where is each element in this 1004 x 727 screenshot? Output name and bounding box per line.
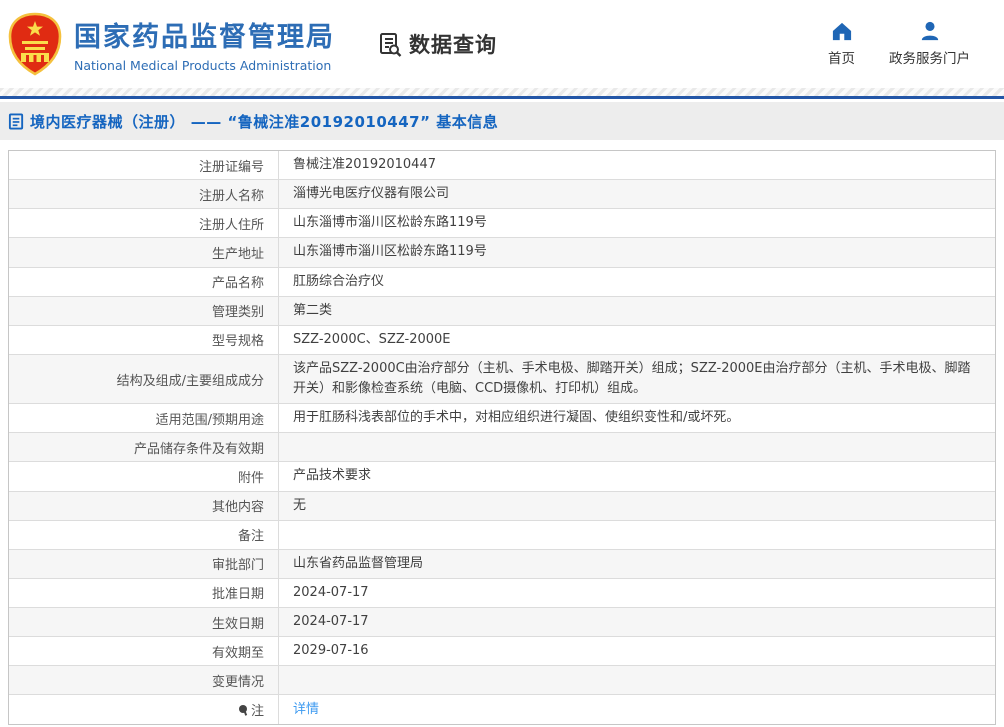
row-value: SZZ-2000C、SZZ-2000E: [293, 331, 451, 347]
table-row: 生产地址 山东淄博市淄川区松龄东路119号: [9, 238, 995, 268]
registration-info-table: 注册证编号 鲁械注准20192010447 注册人名称 淄博光电医疗仪器有限公司…: [8, 150, 996, 726]
table-row: 注册证编号 鲁械注准20192010447: [9, 151, 995, 181]
row-label: 注册证编号: [9, 151, 279, 180]
header: 国家药品监督管理局 National Medical Products Admi…: [0, 0, 1004, 88]
table-row: 备注: [9, 520, 995, 550]
row-label: 适用范围/预期用途: [9, 404, 279, 433]
table-row: 适用范围/预期用途 用于肛肠科浅表部位的手术中，对相应组织进行凝固、使组织变性和…: [9, 404, 995, 434]
org-name-cn: 国家药品监督管理局: [74, 22, 335, 53]
table-row: 变更情况: [9, 666, 995, 696]
row-label: 型号规格: [9, 325, 279, 354]
table-row: 注 详情: [9, 695, 995, 725]
table-row: 审批部门 山东省药品监督管理局: [9, 549, 995, 579]
home-icon: [832, 22, 851, 41]
table-row: 其他内容 无: [9, 491, 995, 521]
row-value-text: 该产品SZZ-2000C由治疗部分（主机、手术电极、脚踏开关）组成；SZZ-20…: [293, 360, 971, 397]
row-value: 2029-07-16: [293, 643, 369, 659]
data-query-icon: [380, 32, 402, 57]
row-value: [279, 521, 995, 549]
table-row: 有效期至 2029-07-16: [9, 637, 995, 667]
table-row: 批准日期 2024-07-17: [9, 578, 995, 608]
header-nav: 首页 政务服务门户: [828, 21, 970, 67]
document-icon: [8, 112, 24, 130]
row-value: 山东淄博市淄川区松龄东路119号: [293, 215, 487, 231]
table-row: 附件 产品技术要求: [9, 462, 995, 492]
org-name-en: National Medical Products Administration: [74, 58, 332, 73]
table-row: 型号规格 SZZ-2000C、SZZ-2000E: [9, 325, 995, 355]
nmpa-logo-link[interactable]: 国家药品监督管理局 National Medical Products Admi…: [8, 12, 335, 76]
row-value: [279, 433, 995, 461]
row-value: 淄博光电医疗仪器有限公司: [293, 186, 450, 202]
note-icon: [238, 704, 248, 716]
row-label: 结构及组成/主要组成成分: [9, 354, 279, 404]
row-value: 2024-07-17: [293, 584, 369, 600]
row-label: 生效日期: [9, 607, 279, 637]
user-icon: [921, 21, 938, 41]
table-row: 注册人名称 淄博光电医疗仪器有限公司: [9, 180, 995, 210]
nav-home-label: 首页: [828, 51, 855, 67]
row-value: 该产品SZZ-2000C由治疗部分（主机、手术电极、脚踏开关）组成；SZZ-20…: [279, 355, 995, 403]
nav-home[interactable]: 首页: [828, 21, 855, 67]
table-row: 管理类别 第二类: [9, 296, 995, 326]
breadcrumb-bar: 境内医疗器械（注册） —— “鲁械注准20192010447” 基本信息: [0, 102, 1004, 140]
data-query-label: 数据查询: [409, 33, 497, 57]
row-label: 注: [9, 695, 279, 725]
row-value: 无: [293, 497, 307, 513]
row-label: 其他内容: [9, 491, 279, 520]
table-row: 产品储存条件及有效期: [9, 433, 995, 463]
row-label: 生产地址: [9, 238, 279, 267]
row-label: 注册人名称: [9, 180, 279, 209]
row-value: 产品技术要求: [293, 468, 372, 484]
header-blue-divider: [0, 96, 1004, 99]
row-value: 山东省药品监督管理局: [293, 555, 424, 571]
data-query-section[interactable]: 数据查询: [377, 29, 497, 59]
row-value: 鲁械注准20192010447: [293, 157, 436, 172]
row-value: 肛肠综合治疗仪: [293, 273, 385, 289]
row-label: 备注: [9, 520, 279, 549]
row-value: 用于肛肠科浅表部位的手术中，对相应组织进行凝固、使组织变性和/或坏死。: [293, 410, 740, 426]
page-title: 境内医疗器械（注册） —— “鲁械注准20192010447” 基本信息: [30, 112, 499, 131]
row-value: 第二类: [293, 302, 333, 318]
org-title-block: 国家药品监督管理局 National Medical Products Admi…: [74, 15, 335, 73]
row-label: 产品名称: [9, 267, 279, 296]
details-link[interactable]: 详情: [293, 700, 319, 720]
row-label: 批准日期: [9, 578, 279, 607]
table-row: 注册人住所 山东淄博市淄川区松龄东路119号: [9, 209, 995, 239]
row-label-text: 注: [250, 704, 264, 720]
table-row: 生效日期 2024-07-17: [9, 607, 995, 638]
national-emblem-icon: [8, 12, 62, 76]
header-stripe-band: [0, 88, 1004, 96]
row-value: 山东淄博市淄川区松龄东路119号: [293, 244, 487, 260]
row-label: 变更情况: [9, 666, 279, 695]
table-row: 结构及组成/主要组成成分 该产品SZZ-2000C由治疗部分（主机、手术电极、脚…: [9, 354, 995, 405]
row-value: 详情: [279, 695, 995, 724]
row-label: 管理类别: [9, 296, 279, 325]
row-value: [279, 666, 995, 694]
row-label: 审批部门: [9, 549, 279, 578]
row-label: 附件: [9, 462, 279, 491]
table-row: 产品名称 肛肠综合治疗仪: [9, 267, 995, 297]
row-value: 2024-07-17: [293, 613, 369, 629]
row-label: 注册人住所: [9, 209, 279, 238]
row-label: 有效期至: [9, 637, 279, 666]
row-label: 产品储存条件及有效期: [9, 433, 279, 462]
nav-portal[interactable]: 政务服务门户: [889, 21, 970, 67]
nav-portal-label: 政务服务门户: [889, 51, 970, 67]
